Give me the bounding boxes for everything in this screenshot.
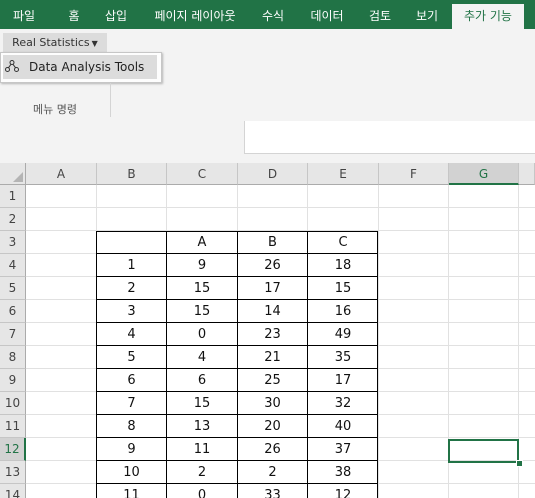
- table-cell[interactable]: 8: [97, 415, 166, 438]
- column-header-c[interactable]: C: [167, 163, 238, 185]
- tab-page-layout[interactable]: 페이지 레이아웃: [144, 0, 246, 29]
- column-header-f[interactable]: F: [379, 163, 449, 185]
- table-cell[interactable]: 5: [97, 346, 166, 369]
- table-cell[interactable]: 13: [167, 415, 237, 438]
- row-header-7[interactable]: 7: [0, 323, 26, 346]
- menu-item-data-analysis-tools[interactable]: Data Analysis Tools: [3, 55, 157, 79]
- formula-bar-area: [0, 121, 535, 163]
- row-header-3[interactable]: 3: [0, 231, 26, 254]
- table-cell[interactable]: 49: [308, 323, 378, 346]
- formula-input[interactable]: [244, 121, 535, 154]
- column-header-a[interactable]: A: [26, 163, 97, 185]
- table-cell[interactable]: 35: [308, 346, 378, 369]
- table-cell[interactable]: 14: [238, 300, 307, 323]
- select-all-corner[interactable]: [0, 163, 26, 185]
- tab-home[interactable]: 홈: [56, 0, 92, 29]
- table-cell[interactable]: 6: [167, 369, 237, 392]
- table-cell[interactable]: 17: [238, 277, 307, 300]
- table-header-cell[interactable]: C: [308, 231, 378, 254]
- table-cell[interactable]: 1: [97, 254, 166, 277]
- table-cell[interactable]: 16: [308, 300, 378, 323]
- table-cell[interactable]: 12: [308, 484, 378, 498]
- table-cell[interactable]: 26: [238, 254, 307, 277]
- table-cell[interactable]: 26: [238, 438, 307, 461]
- table-cell[interactable]: 30: [238, 392, 307, 415]
- real-statistics-button[interactable]: Real Statistics ▼: [3, 33, 107, 52]
- table-header-cell[interactable]: B: [238, 231, 307, 254]
- table-cell[interactable]: 40: [308, 415, 378, 438]
- table-cell[interactable]: 11: [167, 438, 237, 461]
- table-cell[interactable]: 9: [167, 254, 237, 277]
- table-cell[interactable]: 15: [167, 300, 237, 323]
- row-header-9[interactable]: 9: [0, 369, 26, 392]
- tab-review[interactable]: 검토: [360, 0, 400, 29]
- hierarchy-icon: [5, 60, 19, 72]
- tab-add-ins[interactable]: 추가 기능: [452, 4, 524, 29]
- table-cell[interactable]: 15: [167, 277, 237, 300]
- table-cell[interactable]: 32: [308, 392, 378, 415]
- ribbon-panel: Real Statistics ▼ Data Analysis Tools 메뉴 …: [0, 29, 535, 122]
- table-cell[interactable]: 7: [97, 392, 166, 415]
- group-label-menu-commands: 메뉴 명령: [33, 103, 77, 116]
- table-cell[interactable]: 20: [238, 415, 307, 438]
- row-header-10[interactable]: 10: [0, 392, 26, 415]
- fill-handle[interactable]: [516, 460, 523, 467]
- tab-data[interactable]: 데이터: [302, 0, 352, 29]
- column-header-h[interactable]: [519, 163, 535, 185]
- row-header-11[interactable]: 11: [0, 415, 26, 438]
- table-cell[interactable]: 37: [308, 438, 378, 461]
- tab-formulas[interactable]: 수식: [252, 0, 294, 29]
- table-cell[interactable]: 21: [238, 346, 307, 369]
- table-cell[interactable]: 18: [308, 254, 378, 277]
- table-cell[interactable]: 11: [97, 484, 166, 498]
- table-cell[interactable]: 9: [97, 438, 166, 461]
- menu-item-label: Data Analysis Tools: [29, 60, 145, 74]
- group-divider: [110, 83, 111, 117]
- column-header-d[interactable]: D: [238, 163, 308, 185]
- table-cell[interactable]: 0: [167, 323, 237, 346]
- table-cell[interactable]: 4: [97, 323, 166, 346]
- column-header-e[interactable]: E: [308, 163, 379, 185]
- table-cell[interactable]: 2: [167, 461, 237, 484]
- row-header-2[interactable]: 2: [0, 208, 26, 231]
- select-all-triangle-icon: [13, 172, 23, 182]
- table-cell[interactable]: 2: [238, 461, 307, 484]
- gridline: [26, 207, 535, 208]
- worksheet-grid[interactable]: A B C D E F G 1 2 3 4 5 6 7 8 9 10 11 12…: [0, 163, 535, 498]
- tab-insert[interactable]: 삽입: [96, 0, 136, 29]
- active-cell-g12[interactable]: [448, 439, 519, 463]
- table-cell[interactable]: 4: [167, 346, 237, 369]
- row-header-5[interactable]: 5: [0, 277, 26, 300]
- table-cell[interactable]: 17: [308, 369, 378, 392]
- table-cell[interactable]: 2: [97, 277, 166, 300]
- real-statistics-menu: Data Analysis Tools: [0, 52, 162, 83]
- row-header-12[interactable]: 12: [0, 438, 26, 461]
- table-header-cell[interactable]: A: [167, 231, 237, 254]
- chevron-down-icon: ▼: [91, 39, 98, 48]
- table-cell[interactable]: 23: [238, 323, 307, 346]
- real-statistics-label: Real Statistics: [12, 36, 90, 49]
- table-cell[interactable]: 15: [308, 277, 378, 300]
- table-cell[interactable]: 6: [97, 369, 166, 392]
- column-header-g[interactable]: G: [449, 163, 519, 185]
- row-header-4[interactable]: 4: [0, 254, 26, 277]
- ribbon-tab-bar: 파일 홈 삽입 페이지 레이아웃 수식 데이터 검토 보기 추가 기능: [0, 0, 535, 29]
- row-header-14[interactable]: 14: [0, 484, 26, 498]
- table-cell[interactable]: 25: [238, 369, 307, 392]
- row-header-1[interactable]: 1: [0, 185, 26, 208]
- table-cell[interactable]: 33: [238, 484, 307, 498]
- row-header-13[interactable]: 13: [0, 461, 26, 484]
- gridline: [378, 185, 379, 498]
- tab-file[interactable]: 파일: [2, 0, 46, 29]
- table-cell[interactable]: 10: [97, 461, 166, 484]
- column-header-b[interactable]: B: [97, 163, 167, 185]
- table-cell[interactable]: 3: [97, 300, 166, 323]
- row-header-6[interactable]: 6: [0, 300, 26, 323]
- table-cell[interactable]: 0: [167, 484, 237, 498]
- table-cell[interactable]: 38: [308, 461, 378, 484]
- table-cell[interactable]: 15: [167, 392, 237, 415]
- tab-view[interactable]: 보기: [406, 0, 448, 29]
- row-header-8[interactable]: 8: [0, 346, 26, 369]
